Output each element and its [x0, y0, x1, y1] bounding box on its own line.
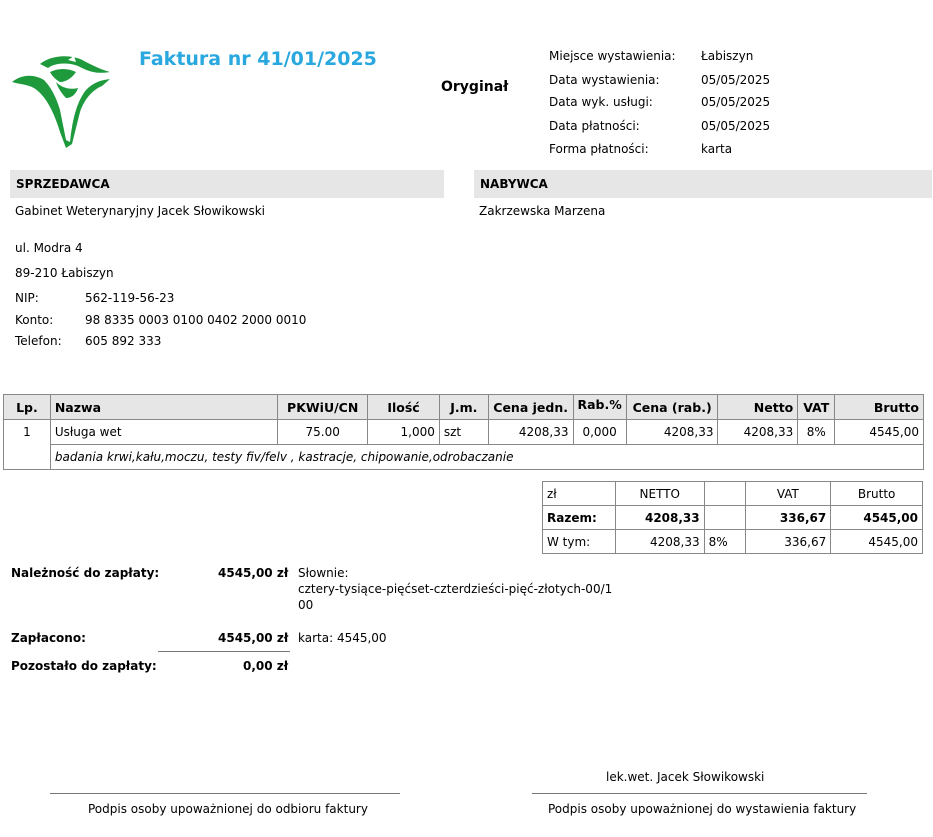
buyer-heading: NABYWCA — [474, 170, 932, 198]
col-ilosc: Ilość — [367, 394, 440, 420]
meta-value-issue-date: 05/05/2025 — [701, 73, 771, 87]
receiver-signature-line — [50, 793, 400, 794]
col-brutto: Brutto — [834, 394, 924, 420]
table-row: 1 Usługa wet 75.00 1,000 szt 4208,33 0,0… — [3, 419, 924, 470]
meta-label-place: Miejsce wystawienia: — [549, 49, 676, 63]
meta-value-place: Łabiszyn — [701, 49, 754, 63]
razem-netto: 4208,33 — [614, 505, 705, 530]
seller-name: Gabinet Weterynaryjny Jacek Słowikowski — [15, 204, 265, 218]
razem-rate — [703, 505, 746, 530]
meta-label-service-date: Data wyk. usługi: — [549, 95, 653, 109]
meta-value-payment-date: 05/05/2025 — [701, 119, 771, 133]
cell-pkwiu: 75.00 — [277, 419, 369, 445]
col-nazwa: Nazwa — [49, 394, 279, 420]
issuer-signature-line — [532, 793, 867, 794]
totals-wtym-row: W tym: 4208,33 8% 336,67 4545,00 — [542, 529, 923, 554]
cell-lp: 1 — [3, 419, 51, 470]
wtym-rate: 8% — [703, 529, 746, 554]
wtym-label: W tym: — [542, 529, 616, 554]
totals-currency: zł — [542, 481, 616, 506]
clinic-logo — [12, 56, 110, 148]
seller-nip: 562-119-56-23 — [85, 291, 175, 305]
items-table: Lp. Nazwa PKWiU/CN Ilość J.m. Cena jedn.… — [3, 394, 925, 470]
amount-due-value: 4545,00 zł — [218, 566, 289, 580]
buyer-name: Zakrzewska Marzena — [479, 204, 606, 218]
in-words-label: Słownie: — [298, 566, 349, 580]
cell-netto: 4208,33 — [717, 419, 799, 445]
col-cena: Cena jedn. — [487, 394, 574, 420]
totals-h-rate — [703, 481, 746, 506]
totals-table: zł NETTO VAT Brutto Razem: 4208,33 336,6… — [542, 481, 923, 554]
col-lp: Lp. — [3, 394, 51, 420]
wtym-netto: 4208,33 — [614, 529, 705, 554]
cell-brutto: 4545,00 — [834, 419, 924, 445]
cell-rab: 0,000 — [572, 419, 627, 445]
cell-cena-rab: 4208,33 — [625, 419, 719, 445]
paid-label: Zapłacono: — [11, 631, 86, 645]
remaining-label: Pozostało do zapłaty: — [11, 659, 157, 673]
col-pkwiu: PKWiU/CN — [277, 394, 369, 420]
totals-h-brutto: Brutto — [830, 481, 923, 506]
seller-phone: 605 892 333 — [85, 334, 162, 348]
meta-value-payment-form: karta — [701, 142, 733, 156]
remaining-value: 0,00 zł — [243, 659, 289, 673]
table-row-description: badania krwi,kału,moczu, testy fiv/felv … — [4, 444, 925, 470]
wtym-brutto: 4545,00 — [830, 529, 923, 554]
seller-nip-label: NIP: — [15, 291, 39, 305]
col-rab: Rab.% — [572, 394, 627, 420]
paid-value: 4545,00 zł — [218, 631, 289, 645]
cell-nazwa: Usługa wet — [49, 419, 279, 445]
meta-value-service-date: 05/05/2025 — [701, 95, 771, 109]
item-description: badania krwi,kału,moczu, testy fiv/felv … — [49, 444, 925, 470]
original-label: Oryginał — [441, 79, 509, 95]
issuer-name: lek.wet. Jacek Słowikowski — [606, 770, 765, 784]
col-cena-rab: Cena (rab.) — [625, 394, 719, 420]
razem-brutto: 4545,00 — [830, 505, 923, 530]
meta-label-payment-date: Data płatności: — [549, 119, 640, 133]
seller-street: ul. Modra 4 — [15, 241, 83, 255]
amount-due-label: Należność do zapłaty: — [11, 566, 160, 580]
meta-label-issue-date: Data wystawienia: — [549, 73, 660, 87]
cell-vat: 8% — [797, 419, 836, 445]
in-words-line1: cztery-tysiące-pięćset-czterdzieści-pięć… — [298, 582, 613, 596]
razem-label: Razem: — [542, 505, 616, 530]
paid-method: karta: 4545,00 — [298, 631, 387, 645]
col-netto: Netto — [717, 394, 799, 420]
wtym-vat: 336,67 — [744, 529, 832, 554]
seller-city: 89-210 Łabiszyn — [15, 266, 114, 280]
paid-divider — [158, 651, 290, 652]
meta-label-payment-form: Forma płatności: — [549, 142, 649, 156]
totals-h-netto: NETTO — [614, 481, 705, 506]
col-jm: J.m. — [438, 394, 489, 420]
totals-h-vat: VAT — [744, 481, 832, 506]
cell-ilosc: 1,000 — [367, 419, 440, 445]
razem-vat: 336,67 — [744, 505, 832, 530]
in-words-line2: 00 — [298, 598, 314, 612]
totals-header-row: zł NETTO VAT Brutto — [542, 481, 923, 506]
seller-account-label: Konto: — [15, 313, 54, 327]
invoice-title: Faktura nr 41/01/2025 — [139, 48, 377, 70]
issuer-signature-caption: Podpis osoby upoważnionej do wystawienia… — [548, 802, 857, 816]
cell-cena: 4208,33 — [487, 419, 574, 445]
cell-jm: szt — [438, 419, 489, 445]
seller-account: 98 8335 0003 0100 0402 2000 0010 — [85, 313, 307, 327]
receiver-signature-caption: Podpis osoby upoważnionej do odbioru fak… — [88, 802, 368, 816]
totals-razem-row: Razem: 4208,33 336,67 4545,00 — [542, 505, 923, 530]
col-vat: VAT — [797, 394, 836, 420]
seller-heading: SPRZEDAWCA — [10, 170, 444, 198]
seller-phone-label: Telefon: — [15, 334, 62, 348]
items-header-row: Lp. Nazwa PKWiU/CN Ilość J.m. Cena jedn.… — [3, 394, 924, 420]
